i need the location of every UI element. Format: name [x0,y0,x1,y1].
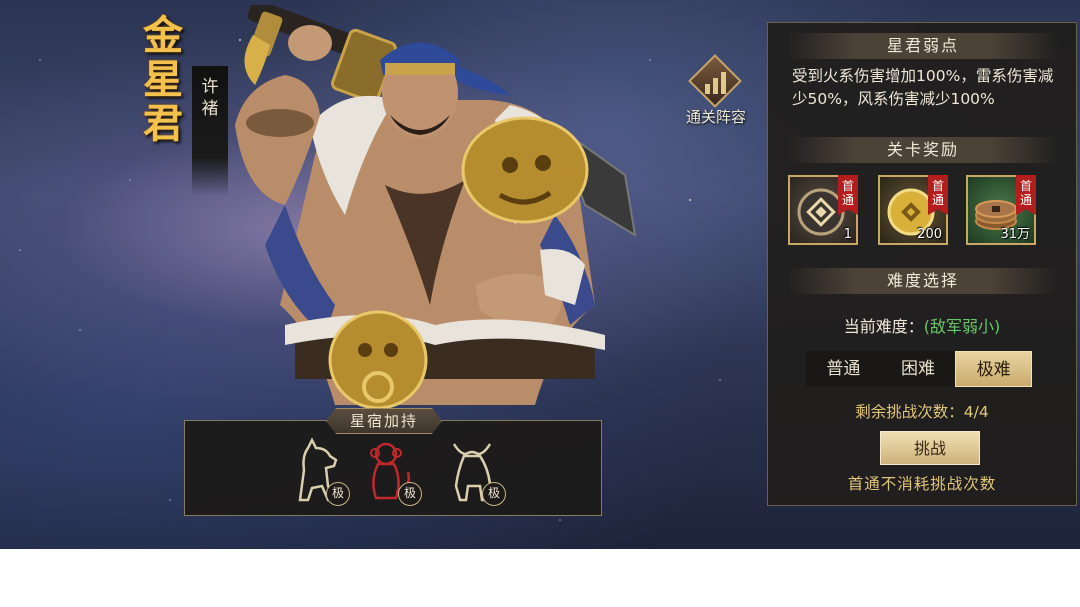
title-char: 金 [143,12,183,59]
reward-item[interactable]: 首通 200 [878,175,948,245]
difficulty-option-extreme[interactable]: 极难 [955,351,1033,387]
hero-portrait [235,5,637,410]
game-scene: 金 星 君 许 褚 通关阵容 星君弱点 受到火系伤害增加100%，雷系伤害减少5… [0,0,1080,549]
remaining-attempts: 剩余挑战次数：4/4 [855,403,989,421]
weakness-text: 受到火系伤害增加100%，雷系伤害减少50%，风系伤害减少100% [792,67,1054,108]
current-difficulty-label: 当前难度： [843,317,924,336]
current-difficulty: 当前难度：(敌军弱小) [768,313,1076,337]
zodiac-grade-tag: 极 [398,482,422,506]
title-char: 君 [143,100,183,147]
difficulty-option-normal[interactable]: 普通 [806,351,881,387]
zodiac-grade-tag: 极 [482,482,506,506]
zodiac-ox[interactable]: 极 [446,436,506,508]
stage-info-panel: 星君弱点 受到火系伤害增加100%，雷系伤害减少50%，风系伤害减少100% 关… [767,22,1077,506]
hero-name-tag: 许 褚 [192,66,228,196]
weakness-header: 星君弱点 [788,33,1058,59]
bar-chart-icon [705,72,726,94]
first-clear-badge: 首通 [838,175,858,215]
star-bonus-header: 星宿加持 [326,408,442,434]
title-char: 星 [143,56,183,103]
difficulty-selector: 普通 困难 极难 [806,351,1033,387]
reward-item[interactable]: 首通 31万 [966,175,1036,245]
difficulty-header: 难度选择 [788,268,1058,294]
name-char: 许 [201,77,219,97]
reward-count: 200 [917,227,942,242]
challenge-button[interactable]: 挑战 [880,431,980,465]
current-difficulty-value: (敌军弱小) [923,317,1001,336]
reward-item[interactable]: 首通 1 [788,175,858,245]
zodiac-dog[interactable]: 极 [290,436,350,508]
clear-lineup-label: 通关阵容 [685,108,746,126]
first-clear-badge: 首通 [1016,175,1036,215]
reward-count: 31万 [1000,227,1030,242]
zodiac-monkey[interactable]: 极 [362,436,422,508]
name-char: 褚 [201,99,219,119]
difficulty-option-hard[interactable]: 困难 [881,351,956,387]
rewards-header: 关卡奖励 [788,137,1058,163]
first-clear-badge: 首通 [928,175,948,215]
first-clear-note: 首通不消耗挑战次数 [847,475,997,493]
reward-count: 1 [843,227,852,242]
zodiac-grade-tag: 极 [326,482,350,506]
clear-lineup-button[interactable]: 通关阵容 [676,54,756,130]
boss-title: 金 星 君 [140,14,186,146]
